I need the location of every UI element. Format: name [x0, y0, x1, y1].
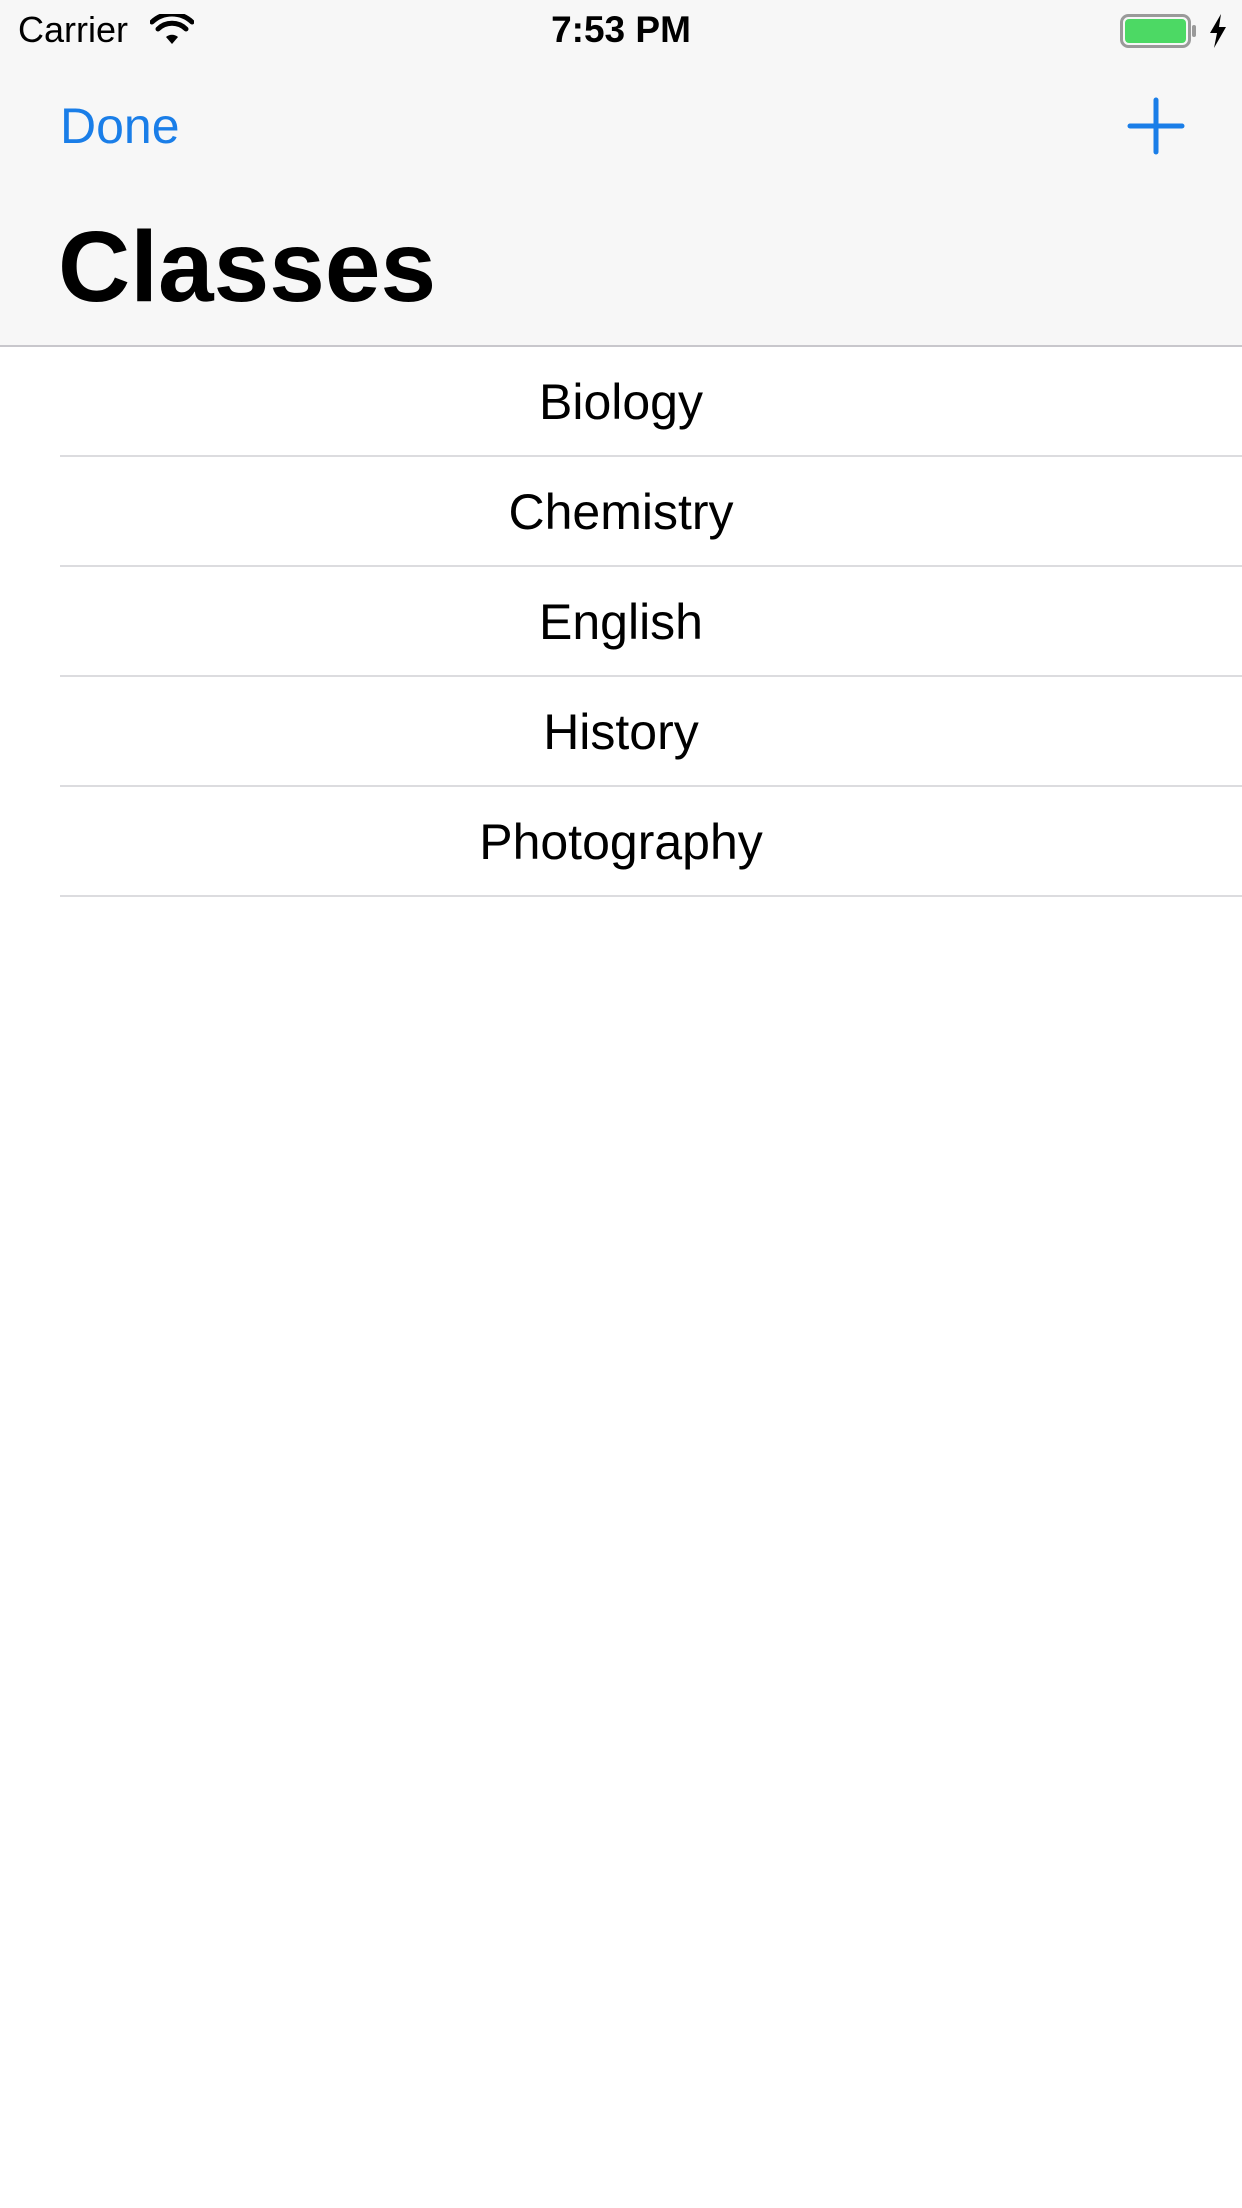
done-button[interactable]: Done: [60, 96, 180, 156]
list-item-photography[interactable]: Photography: [0, 787, 1242, 897]
list-item-label: Chemistry: [508, 484, 734, 540]
status-bar: Carrier 7:53 PM: [0, 0, 1242, 60]
navigation-bar: Carrier 7:53 PM Done Classes: [0, 0, 1242, 347]
list-item-english[interactable]: English: [0, 567, 1242, 677]
list-item-label: Biology: [539, 374, 703, 430]
list-item-biology[interactable]: Biology: [0, 347, 1242, 457]
list-item-label: English: [539, 594, 703, 650]
status-time: 7:53 PM: [551, 9, 691, 50]
battery-icon: [1120, 14, 1196, 48]
charging-bolt-icon: [1210, 14, 1226, 48]
plus-icon[interactable]: [1126, 96, 1186, 156]
page-title: Classes: [58, 211, 437, 323]
list-item-chemistry[interactable]: Chemistry: [0, 457, 1242, 567]
list-item-label: History: [543, 704, 699, 760]
class-list: Biology Chemistry English History Photog…: [0, 347, 1242, 897]
list-item-history[interactable]: History: [0, 677, 1242, 787]
list-item-label: Photography: [479, 814, 763, 870]
